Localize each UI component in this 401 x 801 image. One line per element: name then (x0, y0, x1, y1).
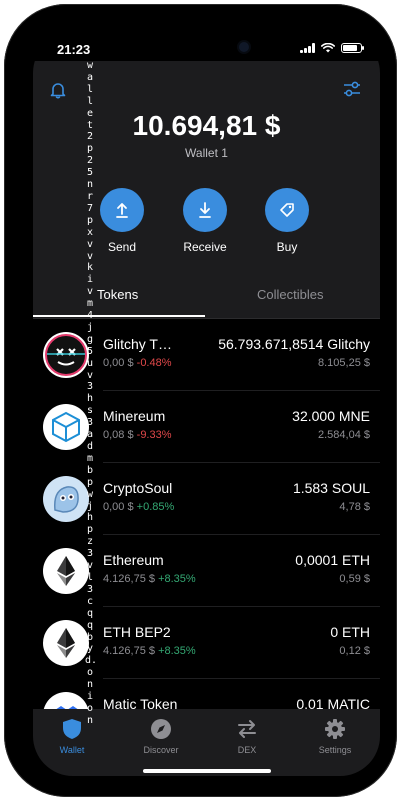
token-fiat-value: 0,59 $ (339, 573, 370, 585)
buy-label: Buy (276, 240, 298, 254)
token-change: +8.35% (158, 573, 196, 585)
token-change: -9.33% (136, 429, 172, 441)
token-fiat-value: 0,12 $ (339, 645, 370, 657)
buy-button[interactable]: Buy (252, 188, 322, 254)
nav-settings[interactable]: Settings (300, 717, 370, 755)
token-balance: 56.793.671,8514 Glitchy (218, 336, 370, 352)
nav-dex-label: DEX (237, 745, 257, 755)
send-label: Send (107, 240, 137, 254)
send-button[interactable]: Send (87, 188, 157, 254)
phone-frame: 21:23 10.694,81 $ Wallet 1 Send Receive … (4, 4, 397, 797)
bell-icon[interactable] (49, 81, 67, 99)
token-price: 0,00 $ (103, 501, 134, 513)
token-name: Glitchy T… (103, 336, 172, 352)
device-notch (110, 33, 304, 61)
token-price-change: 4.126,75 $ +8.35% (103, 573, 196, 585)
token-balance: 0,01 MATIC (296, 696, 370, 709)
buy-circle[interactable] (265, 188, 309, 232)
glitchy-face-icon (43, 332, 89, 378)
nav-discover[interactable]: Discover (126, 717, 196, 755)
nav-discover-label: Discover (143, 745, 179, 755)
nav-wallet-label: Wallet (59, 745, 85, 755)
token-price-change: 4.126,75 $ +8.35% (103, 645, 196, 657)
nav-settings-label: Settings (318, 745, 352, 755)
status-time: 21:23 (57, 42, 91, 57)
matic-icon (43, 692, 89, 709)
cube-icon (43, 404, 89, 450)
status-icons (300, 43, 364, 53)
nav-dex[interactable]: DEX (212, 717, 282, 755)
home-indicator[interactable] (143, 769, 271, 773)
filter-sliders-icon[interactable] (342, 79, 362, 99)
token-price: 0,00 $ (103, 357, 134, 369)
token-name: Matic Token (103, 696, 178, 709)
token-balance: 0 ETH (330, 624, 370, 640)
token-name: ETH BEP2 (103, 624, 171, 640)
tab-collectibles[interactable]: Collectibles (257, 287, 323, 302)
token-fiat-value: 4,78 $ (339, 501, 370, 513)
token-fiat-value: 8.105,25 $ (318, 357, 370, 369)
ethereum-icon (43, 620, 89, 666)
active-tab-indicator (33, 315, 205, 317)
send-circle[interactable] (100, 188, 144, 232)
ethereum-icon (43, 548, 89, 594)
token-change: +0.85% (136, 501, 175, 513)
token-price-change: 0,08 $ -9.33% (103, 429, 172, 441)
token-name: Minereum (103, 408, 166, 424)
shield-icon (63, 719, 81, 739)
token-price: 4.126,75 $ (103, 573, 155, 585)
token-change: -0.48% (136, 357, 172, 369)
token-price-change: 0,00 $ +0.85% (103, 501, 174, 513)
wifi-icon (321, 43, 335, 53)
receive-label: Receive (183, 240, 227, 254)
token-balance: 0,0001 ETH (295, 552, 370, 568)
swap-arrows-icon (238, 720, 256, 738)
token-name: Ethereum (103, 552, 164, 568)
token-price: 4.126,75 $ (103, 645, 155, 657)
battery-icon (341, 43, 364, 53)
cellular-signal-icon (300, 43, 315, 53)
nav-wallet[interactable]: Wallet (37, 717, 107, 755)
gear-icon (325, 719, 345, 739)
camera-icon (239, 42, 249, 52)
soul-ghost-icon (43, 476, 89, 522)
arrow-up-icon (116, 203, 128, 218)
arrow-down-icon (199, 202, 211, 218)
token-balance: 32.000 MNE (292, 408, 370, 424)
token-change: +8.35% (158, 645, 196, 657)
receive-circle[interactable] (183, 188, 227, 232)
compass-icon (151, 719, 171, 739)
onion-address-overlay: wallet2p25nr7pxvvkivm4jg5uv3hs3admbpwjhp… (85, 60, 98, 726)
token-balance: 1.583 SOUL (292, 480, 370, 496)
token-price-change: 0,00 $ -0.48% (103, 357, 172, 369)
tag-icon (280, 203, 294, 217)
tab-tokens[interactable]: Tokens (97, 287, 138, 302)
token-name: CryptoSoul (103, 480, 173, 496)
receive-button[interactable]: Receive (170, 188, 240, 254)
token-fiat-value: 2.584,04 $ (318, 429, 370, 441)
token-price: 0,08 $ (103, 429, 134, 441)
